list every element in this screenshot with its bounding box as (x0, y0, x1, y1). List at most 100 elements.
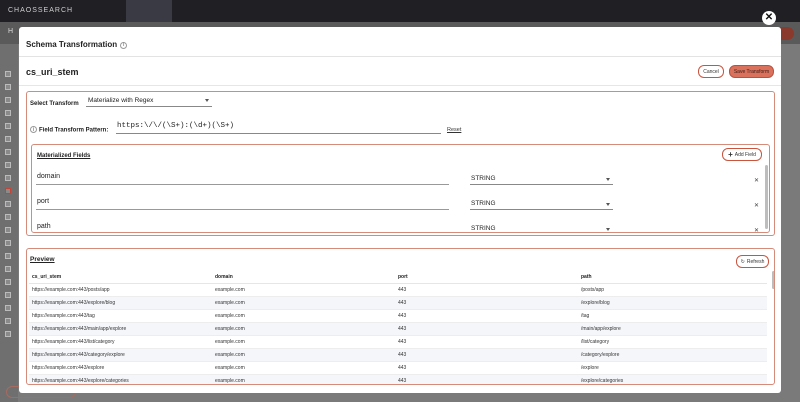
chevron-down-icon (606, 178, 610, 181)
bg-checkbox (5, 214, 11, 220)
remove-field-icon[interactable]: ✕ (754, 177, 759, 184)
column-header: domain (212, 271, 395, 284)
table-row: https://example.com:443/explore example.c… (29, 361, 767, 375)
table-cell: 443 (395, 348, 578, 362)
modal-title: Schema Transformation i (26, 40, 128, 49)
plus-icon: + (728, 149, 733, 159)
bg-checkbox (5, 123, 11, 129)
modal-title-text: Schema Transformation (26, 40, 118, 49)
bg-checkbox (5, 97, 11, 103)
table-cell: https://example.com:443/main/app/explore (29, 322, 212, 336)
bg-checkbox (5, 71, 11, 77)
table-cell: /explore (578, 361, 767, 375)
materialized-field-row: path STRING ✕ (32, 221, 769, 232)
bg-checkbox (5, 331, 11, 337)
table-row: https://example.com:443/posts/app example… (29, 283, 767, 297)
scrollbar[interactable] (765, 165, 768, 229)
column-header: port (395, 271, 578, 284)
chevron-down-icon (205, 99, 209, 102)
materialized-field-row: domain STRING ✕ (32, 171, 769, 193)
table-row: https://example.com:443/explore/blog exam… (29, 296, 767, 310)
bg-checkbox (5, 136, 11, 142)
table-cell: /explore/blog (578, 296, 767, 310)
pattern-label: i Field Transform Pattern: (30, 126, 108, 134)
field-type-select[interactable]: STRING (470, 225, 613, 232)
field-name-input[interactable]: port (36, 198, 449, 210)
column-header: path (578, 271, 767, 284)
remove-field-icon[interactable]: ✕ (754, 202, 759, 209)
info-icon[interactable]: i (30, 126, 37, 133)
materialized-field-row: port STRING ✕ (32, 196, 769, 218)
table-cell: 443 (395, 335, 578, 349)
table-cell: /list/category (578, 335, 767, 349)
field-type-select[interactable]: STRING (470, 200, 613, 210)
app-tab-active (126, 0, 172, 22)
app-brand: CHAOSSEARCH (8, 7, 74, 14)
materialized-fields-title: Materialized Fields (37, 153, 91, 159)
column-header: cs_uri_stem (29, 271, 212, 284)
field-name-input[interactable]: path (36, 223, 449, 232)
save-transform-button[interactable]: Save Transform (729, 65, 774, 78)
field-type-value: STRING (471, 225, 496, 232)
bg-checkbox (5, 201, 11, 207)
preview-panel: Preview ↻ Refresh cs_uri_stem domain por… (26, 248, 775, 385)
field-name-input[interactable]: domain (36, 173, 449, 185)
table-row: https://example.com:443/main/app/explore… (29, 322, 767, 336)
bg-checkbox (5, 110, 11, 116)
bg-checkbox (5, 292, 11, 298)
table-cell: https://example.com:443/explore/categori… (29, 374, 212, 384)
app-topbar: CHAOSSEARCH (0, 0, 800, 22)
select-transform-label: Select Transform (30, 101, 79, 107)
table-cell: example.com (212, 322, 395, 336)
table-cell: example.com (212, 283, 395, 297)
bg-checkbox (5, 188, 11, 194)
close-modal-button[interactable]: ✕ (762, 11, 776, 25)
bg-checkbox (5, 84, 11, 90)
table-cell: example.com (212, 361, 395, 375)
table-cell: /tag (578, 309, 767, 323)
table-cell: example.com (212, 296, 395, 310)
table-cell: /category/explore (578, 348, 767, 362)
bg-checkbox (5, 266, 11, 272)
refresh-button[interactable]: ↻ Refresh (736, 255, 769, 268)
table-cell: https://example.com:443/list/category (29, 335, 212, 349)
table-cell: example.com (212, 348, 395, 362)
table-cell: 443 (395, 322, 578, 336)
table-cell: 443 (395, 361, 578, 375)
materialized-fields-panel: Materialized Fields + Add Field domain S… (31, 144, 770, 233)
table-cell: /posts/app (578, 283, 767, 297)
schema-transformation-modal: Schema Transformation i cs_uri_stem Cance… (19, 27, 781, 393)
table-header-row: cs_uri_stem domain port path (29, 271, 767, 284)
cancel-button[interactable]: Cancel (698, 65, 724, 78)
reset-link[interactable]: Reset (447, 127, 461, 133)
preview-table: cs_uri_stem domain port path https://exa… (29, 271, 767, 384)
pattern-input[interactable]: https:\/\/(\S+):(\d+)(\S+) (116, 121, 441, 134)
scrollbar[interactable] (772, 271, 774, 289)
table-cell: /explore/categories (578, 374, 767, 384)
table-row: https://example.com:443/explore/categori… (29, 374, 767, 384)
home-icon: H (8, 28, 14, 35)
refresh-label: Refresh (746, 258, 765, 265)
preview-title: Preview (30, 256, 55, 263)
divider (19, 85, 781, 86)
table-cell: 443 (395, 296, 578, 310)
bg-checkbox (5, 279, 11, 285)
remove-field-icon[interactable]: ✕ (754, 227, 759, 232)
field-type-select[interactable]: STRING (470, 175, 613, 185)
add-field-label: Add Field (734, 151, 756, 158)
table-row: https://example.com:443/tag example.com 44… (29, 309, 767, 323)
chevron-down-icon (606, 228, 610, 231)
transform-select[interactable]: Materialize with Regex (86, 96, 212, 107)
app-left-column (0, 44, 18, 402)
bg-checkbox (5, 305, 11, 311)
table-cell: example.com (212, 309, 395, 323)
table-cell: example.com (212, 335, 395, 349)
bg-checkbox (5, 227, 11, 233)
table-cell: 443 (395, 283, 578, 297)
bg-checkbox (5, 175, 11, 181)
info-icon[interactable]: i (120, 41, 128, 49)
add-field-button[interactable]: + Add Field (722, 148, 762, 161)
close-icon: ✕ (764, 12, 774, 23)
pattern-label-text: Field Transform Pattern: (39, 127, 109, 134)
bg-checkbox (5, 240, 11, 246)
